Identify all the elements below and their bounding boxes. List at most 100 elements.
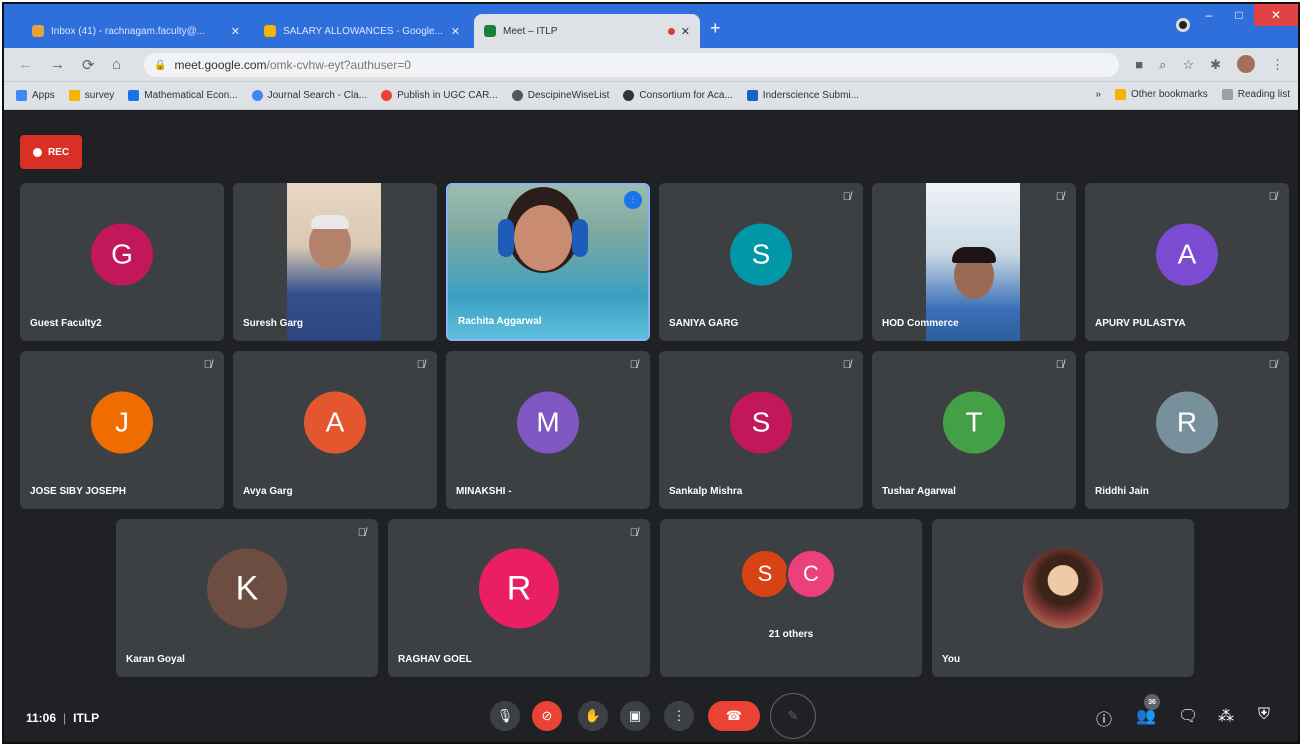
mic-off-icon: 🎙̸ [203,359,212,371]
tab-inbox[interactable]: Inbox (41) - rachnagam.faculty@... ✕ [22,14,250,48]
reading-list[interactable]: Reading list [1221,89,1290,100]
participant-tile-active-speaker[interactable]: ⫶ Rachita Aggarwal [446,183,650,341]
activities-icon: ⁂ [1218,708,1234,725]
other-bookmarks[interactable]: Other bookmarks [1115,89,1208,100]
close-icon[interactable]: ✕ [451,25,460,38]
new-tab-button[interactable]: + [710,18,721,39]
bookmark-ugc-care[interactable]: Publish in UGC CAR... [381,90,498,101]
participant-name: Sankalp Mishra [669,486,743,497]
activities-button[interactable]: ⁂ [1218,706,1234,726]
participant-tile[interactable]: 🎙̸ S SANIYA GARG [659,183,863,341]
site-icon [251,90,263,101]
meeting-name: ITLP [73,711,100,725]
avatar: A [1156,223,1218,286]
people-button[interactable]: 👥 36 [1136,694,1160,726]
window-close-button[interactable]: ✕ [1254,4,1298,26]
participant-name: Tushar Agarwal [882,486,956,497]
participant-tile[interactable]: 🎙̸ K Karan Goyal [116,519,378,677]
avatar: S [740,549,790,599]
camera-off-icon: ⊘ [541,708,553,723]
mic-off-icon: 🎙̸ [629,527,638,539]
avatar: R [1156,391,1218,454]
maximize-button[interactable]: □ [1224,4,1254,26]
leave-call-button[interactable]: ☎ [708,701,760,731]
participant-tile[interactable]: 🎙̸ A Avya Garg [233,351,437,509]
chat-icon: 🗨 [1178,708,1199,725]
site-icon [746,90,758,101]
microphone-button[interactable]: 🎙 [490,701,520,731]
avatar: S [730,223,792,286]
camera-toggle-button[interactable]: ⊘ [532,701,562,731]
bookmark-math-econ[interactable]: Mathematical Econ... [128,90,238,101]
record-icon [32,147,42,157]
self-avatar [1023,548,1103,629]
participant-tile[interactable]: 🎙̸ J JOSE SIBY JOSEPH [20,351,224,509]
more-options-button[interactable]: ⋮ [664,701,694,731]
meeting-details-button[interactable]: ⓘ [1096,706,1112,730]
gmail-icon [32,25,44,37]
participant-name: RAGHAV GOEL [398,654,472,665]
hidden-control-button[interactable]: ✎ [770,693,816,739]
apps-grid-icon [16,90,27,101]
participant-tile[interactable]: 🎙̸ HOD Commerce [872,183,1076,341]
camera-permission-icon[interactable]: ■ [1135,57,1143,73]
pen-icon: ✎ [787,708,799,723]
raise-hand-button[interactable]: ✋ [578,701,608,731]
account-avatar[interactable] [1237,55,1255,73]
bookmark-consortium[interactable]: Consortium for Aca... [623,90,733,101]
tab-strip: Inbox (41) - rachnagam.faculty@... ✕ SAL… [4,4,1298,48]
folder-icon [68,90,80,101]
participant-tile[interactable]: 🎙̸ A APURV PULASTYA [1085,183,1289,341]
participant-tile[interactable]: G Guest Faculty2 [20,183,224,341]
bookmark-survey[interactable]: survey [68,90,114,101]
extensions-icon[interactable]: ✱ [1210,57,1221,73]
mic-off-icon: 🎙̸ [842,191,851,203]
participant-tile[interactable]: 🎙̸ T Tushar Agarwal [872,351,1076,509]
minimize-button[interactable]: – [1194,4,1224,26]
mic-off-icon: 🎙̸ [1268,359,1277,371]
window-controls: – □ ✕ [1194,4,1298,26]
star-icon[interactable]: ☆ [1182,57,1194,73]
lock-icon: 🔒 [154,59,167,71]
avatar: C [786,549,836,599]
bookmark-apps[interactable]: Apps [16,90,55,101]
tab-salary[interactable]: SALARY ALLOWANCES - Google... ✕ [254,14,470,48]
participant-name: MINAKSHI - [456,486,512,497]
self-tile[interactable]: You [932,519,1194,677]
present-button[interactable]: ▣ [620,701,650,731]
shield-icon: ⛨ [1258,706,1271,723]
close-icon[interactable]: ✕ [681,25,690,38]
bookmark-inderscience[interactable]: Inderscience Submi... [746,90,859,101]
tab-meet[interactable]: Meet – ITLP ✕ [474,14,700,48]
close-icon[interactable]: ✕ [231,25,240,38]
forward-icon[interactable]: → [50,56,65,73]
participant-tile[interactable]: Suresh Garg [233,183,437,341]
participant-tile[interactable]: 🎙̸ R RAGHAV GOEL [388,519,650,677]
others-tile[interactable]: S C 21 others [660,519,922,677]
chat-button[interactable]: 🗨 [1178,706,1198,726]
address-bar[interactable]: 🔒 meet.google.com /omk-cvhw-eyt?authuser… [144,53,1119,77]
mic-off-icon: 🎙̸ [357,527,366,539]
participant-name: Riddhi Jain [1095,486,1149,497]
home-icon[interactable]: ⌂ [112,56,121,73]
bookmark-discipline[interactable]: DescipineWiseList [511,90,609,101]
reload-icon[interactable]: ⟳ [82,56,95,74]
participant-tile[interactable]: 🎙̸ M MINAKSHI - [446,351,650,509]
meeting-time: 11:06 [26,711,57,725]
bookmark-journal-search[interactable]: Journal Search - Cla... [251,90,367,101]
avatar: K [207,548,287,629]
avatar: A [304,391,366,454]
back-icon[interactable]: ← [18,56,33,73]
zoom-icon[interactable]: ⌕ [1159,57,1166,73]
site-icon [623,90,635,101]
bookmarks-overflow-button[interactable]: » [1095,89,1101,100]
people-count-badge: 36 [1144,694,1160,710]
participant-tile[interactable]: 🎙̸ S Sankalp Mishra [659,351,863,509]
menu-icon[interactable]: ⋮ [1271,57,1284,73]
host-controls-button[interactable]: ⛨ [1258,706,1270,724]
profile-icon[interactable] [1176,18,1190,32]
participant-name: Guest Faculty2 [30,318,102,329]
mic-off-icon: 🎙̸ [1268,191,1277,203]
avatar: G [91,223,153,286]
participant-tile[interactable]: 🎙̸ R Riddhi Jain [1085,351,1289,509]
